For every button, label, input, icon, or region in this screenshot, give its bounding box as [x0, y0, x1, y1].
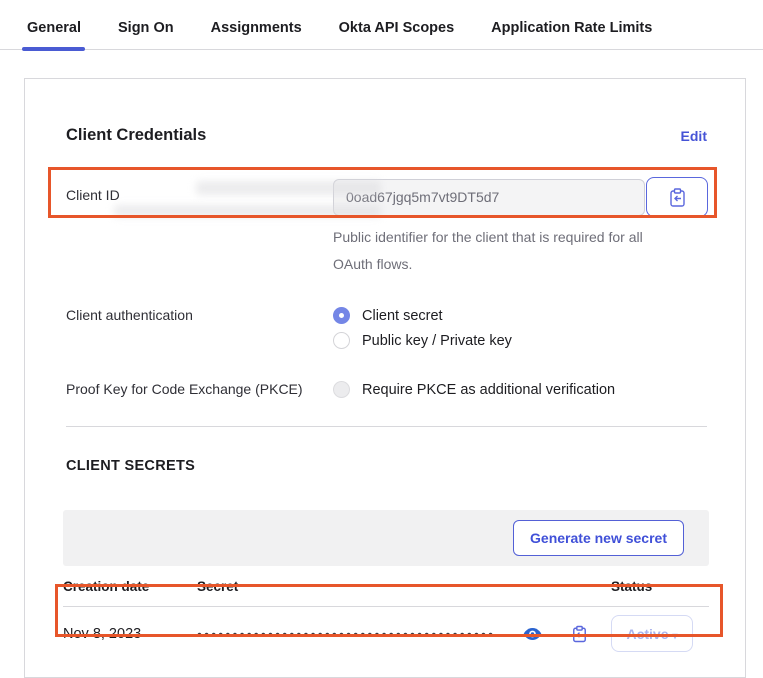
radio-option-label: Public key / Private key [362, 333, 512, 349]
radio-selected-icon[interactable] [333, 307, 350, 324]
checkbox-unchecked-icon[interactable] [333, 381, 350, 398]
client-credentials-header: Client Credentials Edit [66, 126, 707, 145]
radio-unselected-icon[interactable] [333, 332, 350, 349]
client-id-input[interactable] [333, 179, 645, 216]
client-secrets-block: Generate new secret Creation date Secret… [63, 510, 709, 660]
generate-new-secret-button[interactable]: Generate new secret [513, 520, 684, 556]
creation-date-value: Nov 8, 2023 [63, 626, 141, 642]
header-secret: Secret [197, 566, 611, 607]
edit-link[interactable]: Edit [681, 128, 707, 144]
clipboard-copy-icon [669, 188, 686, 207]
client-authentication-row: Client authentication Client secret Publ… [66, 307, 707, 357]
pkce-label: Proof Key for Code Exchange (PKCE) [66, 381, 333, 398]
client-secrets-title: CLIENT SECRETS [66, 458, 707, 474]
section-title: Client Credentials [66, 126, 206, 145]
radio-option-client-secret[interactable]: Client secret [333, 307, 707, 324]
header-creation-date: Creation date [63, 566, 197, 607]
radio-option-label: Client secret [362, 308, 443, 324]
pkce-row: Proof Key for Code Exchange (PKCE) Requi… [66, 381, 707, 398]
masked-secret-value: ••••••••••••••••••••••••••••••••••••••••… [197, 626, 519, 642]
client-id-row: Client ID Public identifier for the clie… [66, 177, 707, 278]
tab-general[interactable]: General [27, 14, 81, 49]
client-secrets-toolbar: Generate new secret [63, 510, 709, 566]
general-settings-card: Client Credentials Edit Client ID [24, 78, 746, 678]
chevron-down-icon: ▾ [673, 631, 678, 642]
section-divider [66, 426, 707, 427]
header-status: Status [611, 566, 709, 607]
client-secrets-table: Creation date Secret Status Nov 8, 2023 … [63, 566, 709, 660]
copy-client-id-button[interactable] [646, 177, 708, 217]
clipboard-copy-icon [572, 625, 587, 643]
client-authentication-label: Client authentication [66, 307, 333, 357]
copy-secret-button[interactable] [572, 625, 587, 643]
eye-icon [523, 627, 542, 641]
table-row: Nov 8, 2023 ••••••••••••••••••••••••••••… [63, 607, 709, 661]
pkce-option-label: Require PKCE as additional verification [362, 382, 615, 398]
tab-okta-api-scopes[interactable]: Okta API Scopes [339, 14, 455, 49]
table-header-row: Creation date Secret Status [63, 566, 709, 607]
app-tabbar: General Sign On Assignments Okta API Sco… [0, 0, 763, 50]
client-id-label: Client ID [66, 177, 333, 278]
client-id-help-text: Public identifier for the client that is… [333, 224, 665, 278]
reveal-secret-button[interactable] [523, 627, 542, 641]
radio-option-public-private-key[interactable]: Public key / Private key [333, 332, 707, 349]
status-dropdown-button[interactable]: Active ▾ [611, 615, 693, 652]
status-label: Active [626, 626, 668, 642]
pkce-checkbox-option[interactable]: Require PKCE as additional verification [333, 381, 707, 398]
tab-sign-on[interactable]: Sign On [118, 14, 174, 49]
tab-application-rate-limits[interactable]: Application Rate Limits [491, 14, 652, 49]
tab-assignments[interactable]: Assignments [211, 14, 302, 49]
